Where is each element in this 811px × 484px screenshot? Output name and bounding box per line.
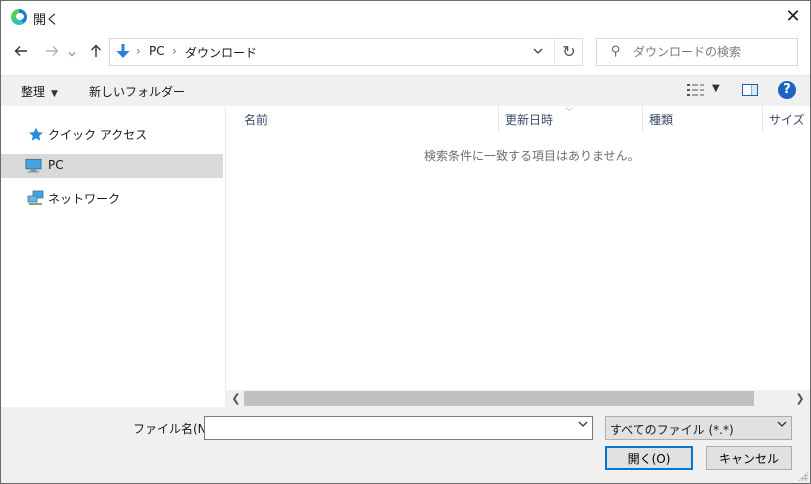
arrow-right-icon xyxy=(46,46,59,56)
filename-dropdown-button[interactable] xyxy=(578,420,588,431)
column-header-label: サイズ xyxy=(769,113,805,127)
organize-label: 整理 xyxy=(21,85,46,99)
navigation-pane: クイック アクセス PC ネットワーク xyxy=(1,106,226,406)
star-icon xyxy=(29,127,43,141)
filetype-dropdown-button[interactable] xyxy=(777,420,787,431)
up-button[interactable] xyxy=(86,43,106,63)
open-button[interactable]: 開く(O) xyxy=(605,446,693,470)
organize-menu-button[interactable]: 整理 ▼ xyxy=(21,83,58,100)
chevron-down-icon xyxy=(68,52,76,57)
recent-locations-button[interactable] xyxy=(65,43,79,63)
breadcrumb-downloads[interactable]: ダウンロード xyxy=(185,44,257,61)
refresh-button[interactable]: ↻ xyxy=(554,39,583,65)
arrow-up-icon xyxy=(91,44,101,57)
window-title: 開く xyxy=(33,13,60,28)
breadcrumb-pc[interactable]: PC xyxy=(149,44,165,58)
sidebar-item-label: クイック アクセス xyxy=(48,128,148,142)
scroll-right-button[interactable]: ❯ xyxy=(793,390,807,407)
scrollbar-thumb[interactable] xyxy=(244,391,754,406)
address-bar[interactable]: › PC › ダウンロード ↻ xyxy=(109,38,583,66)
close-button[interactable]: ✕ xyxy=(776,1,810,33)
column-header-label: 更新日時 xyxy=(505,113,554,127)
breadcrumb-separator: › xyxy=(172,44,177,58)
back-button[interactable] xyxy=(11,43,31,63)
empty-folder-message: 検索条件に一致する項目はありません。 xyxy=(424,149,640,163)
chevron-down-icon xyxy=(533,48,543,54)
sidebar-item-label: ネットワーク xyxy=(48,192,121,206)
column-header-label: 種類 xyxy=(649,113,674,127)
forward-button[interactable] xyxy=(42,43,62,63)
horizontal-scrollbar[interactable]: ❮ ❯ xyxy=(226,390,810,407)
file-list: 名前 ⌵ 更新日時 種類 サイズ 検索条件に一致する項目はありません。 ❮ ❯ xyxy=(226,104,810,407)
column-header-modified[interactable]: 更新日時 xyxy=(499,106,642,132)
dialog-footer: ファイル名(N): すべてのファイル (*.*) 開く(O) キャンセル xyxy=(1,407,810,483)
new-folder-button[interactable]: 新しいフォルダー xyxy=(89,83,185,100)
computer-icon xyxy=(25,158,42,173)
sidebar-item-pc[interactable]: PC xyxy=(1,154,223,178)
search-icon: ⚲ xyxy=(611,44,621,59)
sidebar-item-quick-access[interactable]: クイック アクセス xyxy=(1,122,223,146)
view-options-icon[interactable] xyxy=(687,83,705,97)
search-box[interactable]: ⚲ xyxy=(596,38,798,66)
column-header-name[interactable]: 名前 xyxy=(226,106,498,132)
filename-field[interactable] xyxy=(208,419,568,437)
edge-app-icon xyxy=(11,9,27,25)
filetype-value: すべてのファイル (*.*) xyxy=(610,423,734,437)
caret-down-icon: ▼ xyxy=(51,89,58,99)
breadcrumb-separator: › xyxy=(136,44,141,58)
network-icon xyxy=(27,190,44,205)
open-file-dialog: 開く ✕ › PC › ダウンロード ↻ ⚲ 整理▼ 新しいフォルダ xyxy=(0,0,811,484)
column-header-type[interactable]: 種類 xyxy=(643,106,762,132)
sidebar-item-label: PC xyxy=(48,158,64,172)
column-header-size[interactable]: サイズ xyxy=(763,106,810,132)
column-header-label: 名前 xyxy=(244,113,269,127)
address-dropdown-button[interactable] xyxy=(528,43,548,61)
search-input[interactable] xyxy=(633,43,793,61)
cancel-button[interactable]: キャンセル xyxy=(706,446,792,470)
arrow-left-icon xyxy=(14,46,27,56)
chevron-down-icon xyxy=(578,421,588,427)
filetype-select[interactable]: すべてのファイル (*.*) xyxy=(605,416,792,440)
scroll-left-button[interactable]: ❮ xyxy=(229,390,243,407)
sidebar-item-network[interactable]: ネットワーク xyxy=(1,186,223,210)
download-folder-icon xyxy=(116,44,130,58)
title-bar: 開く ✕ xyxy=(1,1,810,33)
preview-pane-icon[interactable] xyxy=(742,84,758,96)
filename-combobox[interactable] xyxy=(204,416,593,440)
view-dropdown-button[interactable]: ▼ xyxy=(712,83,720,94)
command-toolbar: 整理 ▼ 新しいフォルダー ▼ ? xyxy=(1,75,810,107)
help-icon[interactable]: ? xyxy=(778,81,796,99)
resize-grip[interactable] xyxy=(798,471,808,481)
chevron-down-icon xyxy=(777,421,787,427)
